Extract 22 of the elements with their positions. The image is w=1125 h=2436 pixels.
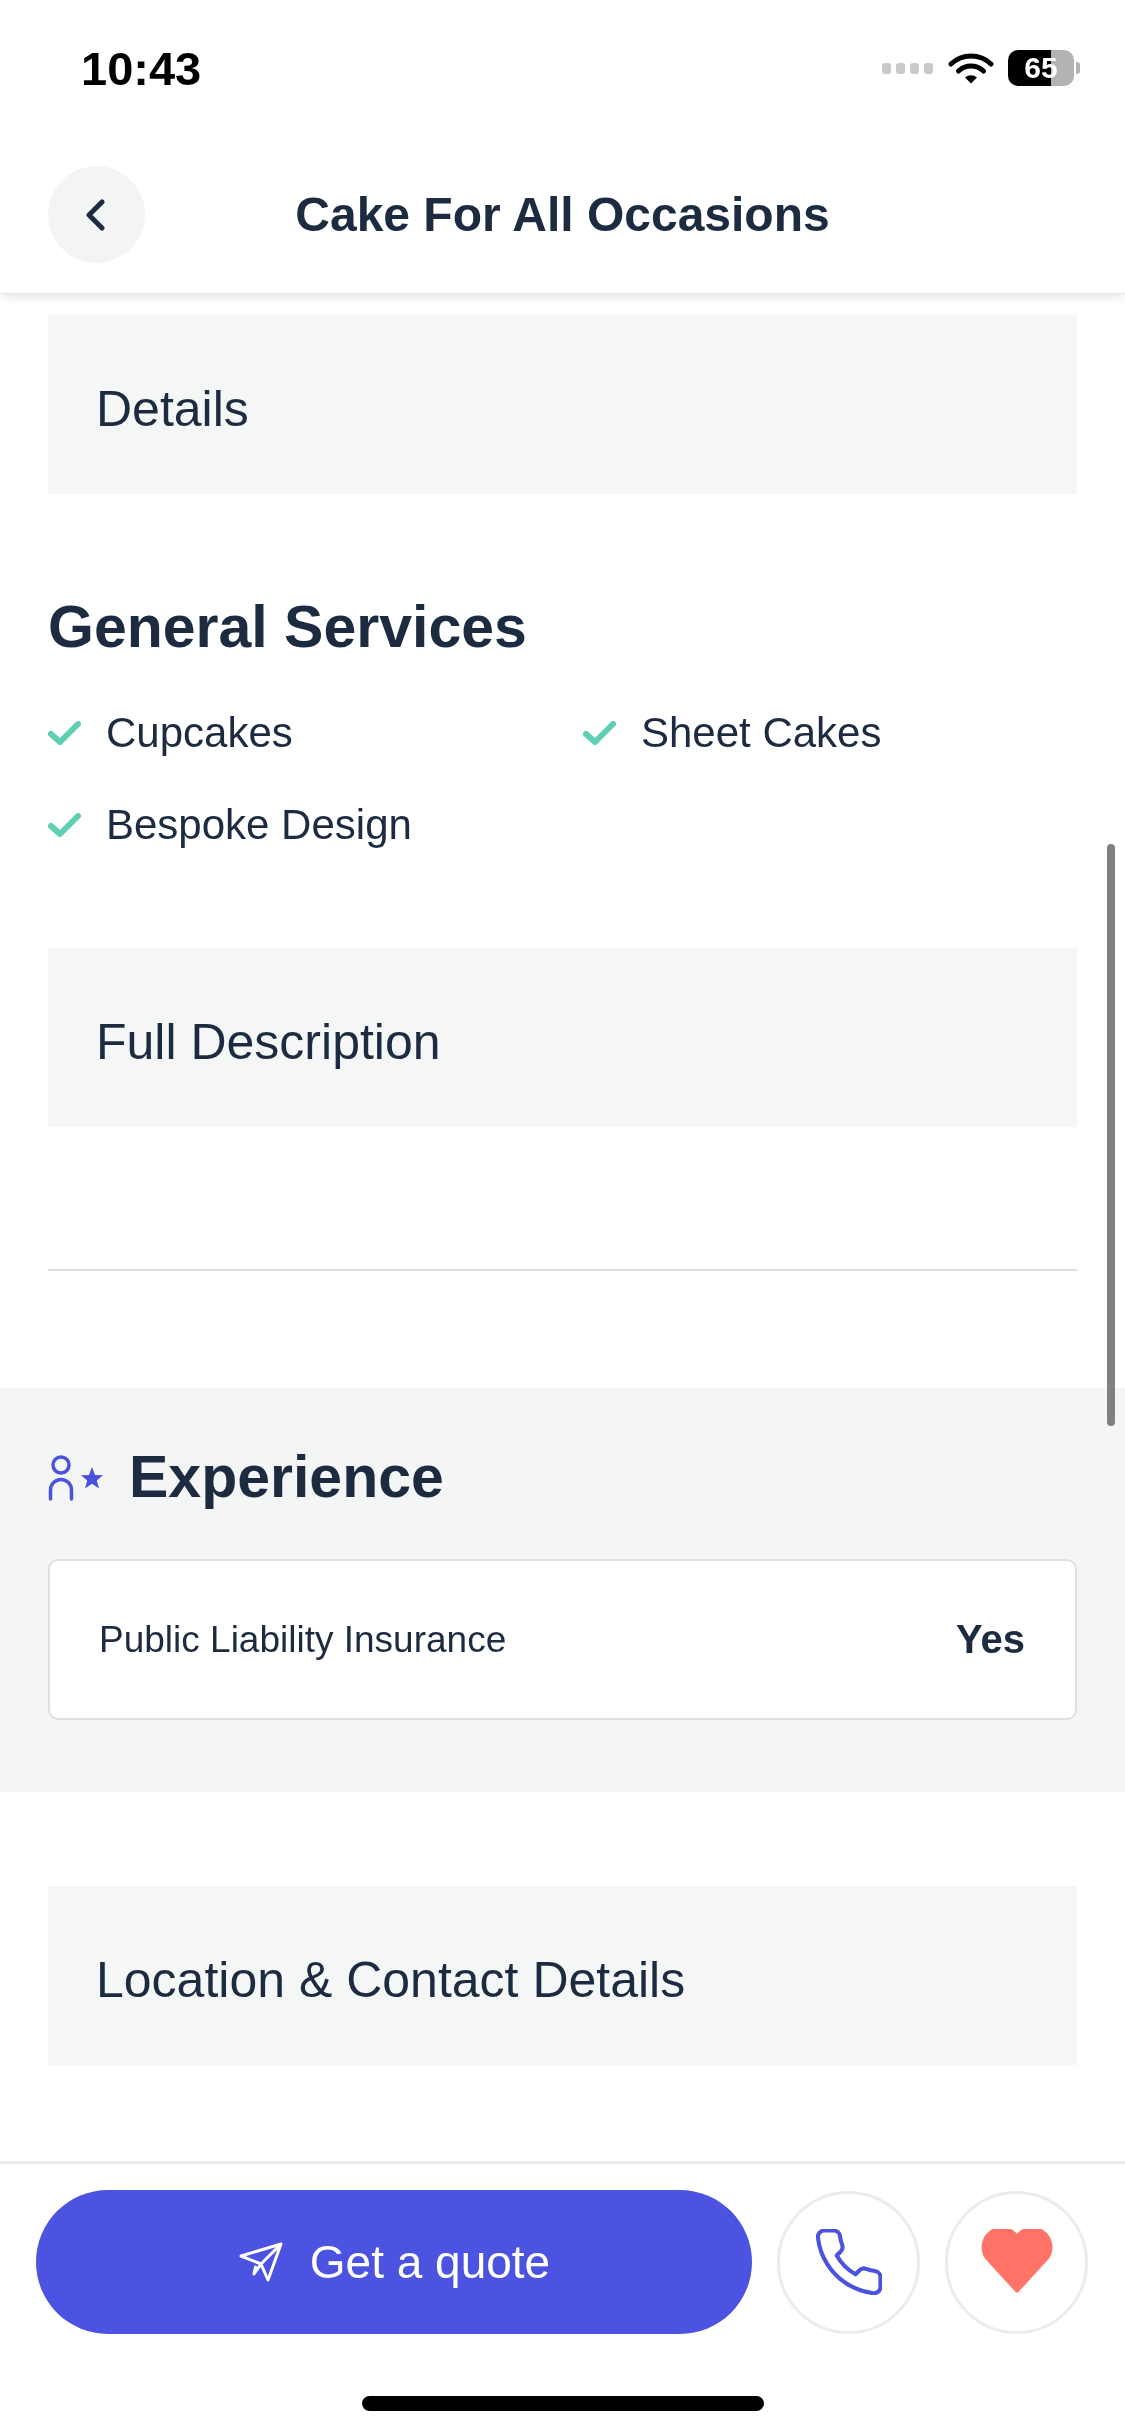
get-quote-button[interactable]: Get a quote: [36, 2190, 752, 2334]
back-chevron-icon: [83, 198, 106, 231]
check-icon: [48, 720, 81, 745]
wifi-icon: [948, 52, 994, 84]
section-title: General Services: [48, 593, 528, 662]
send-icon: [237, 2241, 284, 2283]
section-title: Experience: [129, 1443, 444, 1512]
service-label: Cupcakes: [106, 708, 293, 758]
section-header[interactable]: Details: [48, 315, 1077, 494]
section-header[interactable]: Full Description: [48, 948, 1077, 1127]
service-label: Bespoke Design: [106, 800, 412, 850]
info-label: Public Liability Insurance: [99, 1618, 507, 1661]
info-value: Yes: [956, 1617, 1025, 1662]
check-icon: [48, 812, 81, 837]
person-star-icon: [48, 1454, 103, 1501]
cellular-signal-icon: [882, 62, 933, 74]
check-icon: [583, 720, 616, 745]
section-header[interactable]: Location & Contact Details: [48, 1886, 1077, 2065]
phone-icon: [815, 2229, 882, 2295]
service-label: Sheet Cakes: [641, 708, 882, 758]
status-time: 10:43: [81, 44, 202, 92]
page-title: Cake For All Occasions: [295, 187, 830, 242]
